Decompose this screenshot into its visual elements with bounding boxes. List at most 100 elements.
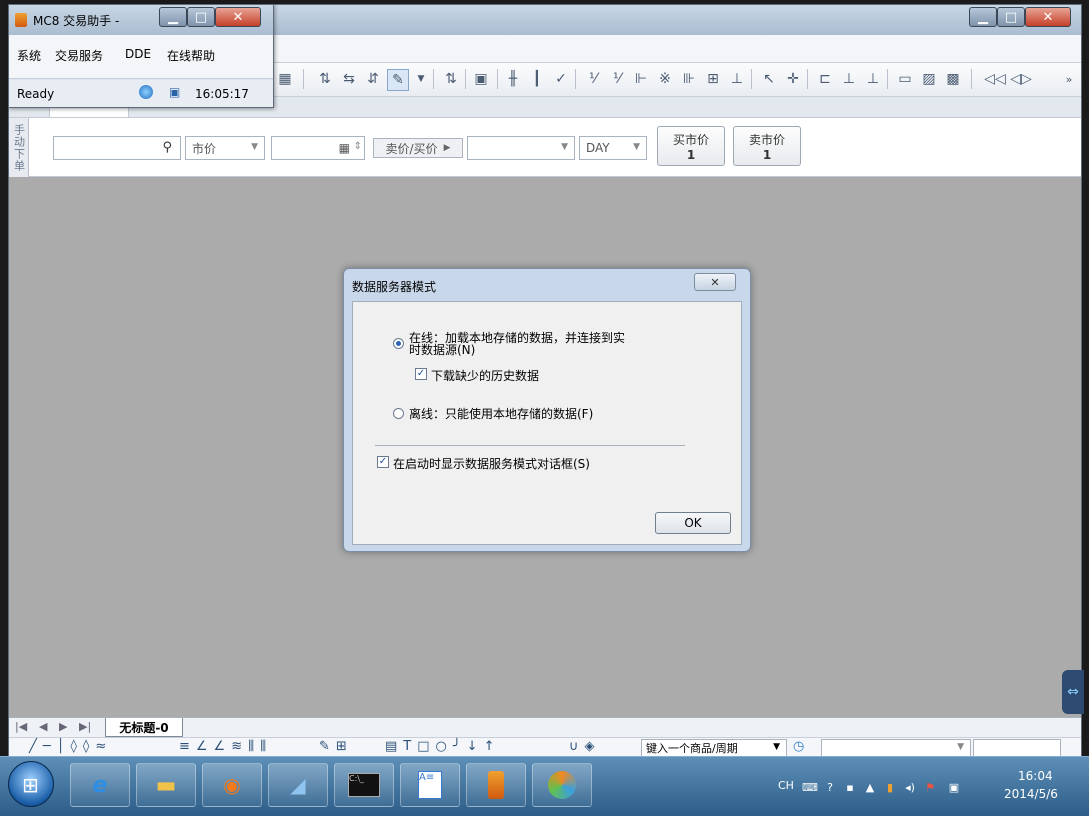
- bar-chart-icon[interactable]: ╫: [503, 69, 523, 89]
- toolbar-icon-8[interactable]: ⅟: [607, 69, 627, 89]
- toolbar-icon-3[interactable]: ⇆: [339, 69, 359, 89]
- sheet-tab-active[interactable]: 无标题-0: [105, 718, 183, 737]
- help-icon[interactable]: ?: [822, 779, 838, 795]
- show-on-startup-label[interactable]: 在启动时显示数据服务模式对话框(S): [393, 455, 590, 472]
- toolbar-icon-17[interactable]: ▭: [895, 69, 915, 89]
- toolbar-icon-6[interactable]: ▣: [471, 69, 491, 89]
- symbol-period-input[interactable]: 键入一个商品/周期 ▼: [641, 739, 787, 757]
- spin-icon: ⇕: [353, 141, 362, 152]
- assistant-close-button[interactable]: ✕: [215, 7, 261, 27]
- taskbar-mc8-assistant[interactable]: [532, 763, 592, 807]
- toolbar-icon-12[interactable]: ⊞: [703, 69, 723, 89]
- sell-buy-price-label: 卖价/买价: [385, 141, 438, 156]
- assistant-minimize-button[interactable]: ▁: [159, 7, 187, 27]
- toolbar-icon-11[interactable]: ⊪: [679, 69, 699, 89]
- assistant-status: Ready: [17, 87, 55, 101]
- price-type-select[interactable]: 市价 ▼: [185, 136, 265, 160]
- tif-select[interactable]: DAY ▼: [579, 136, 647, 160]
- order-side-tab[interactable]: 手动下单: [9, 118, 29, 178]
- taskbar-cmd[interactable]: C:\_: [334, 763, 394, 807]
- start-button[interactable]: ⊞: [8, 761, 54, 807]
- magnet-icons[interactable]: ∪◈: [569, 739, 601, 754]
- toolbar-icon-7[interactable]: ⅟: [583, 69, 603, 89]
- taskbar-time[interactable]: 16:04: [1018, 769, 1053, 783]
- toolbar-icon-1[interactable]: ▦: [275, 69, 295, 89]
- show-hidden-icon[interactable]: ▲: [862, 779, 878, 795]
- online-radio[interactable]: [393, 338, 404, 349]
- cursor-icon[interactable]: ↖: [759, 69, 779, 89]
- menu-trading-service[interactable]: 交易服务: [55, 47, 103, 64]
- toolbar-icon-13[interactable]: ⊥: [727, 69, 747, 89]
- close-button[interactable]: ✕: [1025, 7, 1071, 27]
- prev-sheet-icon[interactable]: ◀: [39, 720, 47, 733]
- online-option-label-line2[interactable]: 时数据源(N): [409, 344, 475, 356]
- chevron-down-icon[interactable]: ▼: [411, 69, 431, 89]
- toolbar-icon-10[interactable]: ※: [655, 69, 675, 89]
- taskbar-app-blue[interactable]: ◢: [268, 763, 328, 807]
- secondary-select[interactable]: ▼: [821, 739, 971, 757]
- toolbar-icon-4[interactable]: ⇵: [363, 69, 383, 89]
- action-center-icon[interactable]: ⚑: [922, 779, 938, 795]
- taskbar-mc8[interactable]: [466, 763, 526, 807]
- toolbar-overflow-icon[interactable]: »: [1059, 69, 1079, 89]
- toolbar-icon-15[interactable]: ⊥: [839, 69, 859, 89]
- tray-mc8-icon[interactable]: ▮: [882, 779, 898, 795]
- sell-buy-price-button[interactable]: 卖价/买价 ▶: [373, 138, 463, 158]
- taskbar-ie[interactable]: e: [70, 763, 130, 807]
- toolbar-icon-21[interactable]: ◁▷: [1010, 69, 1032, 89]
- dialog-close-button[interactable]: ✕: [694, 273, 736, 291]
- assistant-titlebar[interactable]: MC8 交易助手 - ▁ □ ✕: [9, 5, 273, 35]
- offline-option-label[interactable]: 离线：只能使用本地存储的数据(F): [409, 405, 593, 422]
- volume-icon[interactable]: ◂): [902, 779, 918, 795]
- network-icon[interactable]: ▣: [946, 779, 962, 795]
- menu-online-help[interactable]: 在线帮助: [167, 47, 215, 64]
- sell-market-button[interactable]: 卖市价 1: [733, 126, 801, 166]
- toolbar-icon-14[interactable]: ⊏: [815, 69, 835, 89]
- download-missing-checkbox[interactable]: ✓: [415, 368, 427, 380]
- account-select[interactable]: ▼: [467, 136, 575, 160]
- line-chart-icon[interactable]: ✓: [551, 69, 571, 89]
- download-missing-label[interactable]: 下载缺少的历史数据: [431, 367, 539, 384]
- ok-button[interactable]: OK: [655, 512, 731, 534]
- last-sheet-icon[interactable]: ▶|: [79, 720, 91, 733]
- taskbar-date[interactable]: 2014/5/6: [1004, 787, 1058, 801]
- toolbar-icon-19[interactable]: ▩: [943, 69, 963, 89]
- maximize-button[interactable]: □: [997, 7, 1025, 27]
- taskbar-media[interactable]: ◉: [202, 763, 262, 807]
- toolbar-icon-2[interactable]: ⇅: [315, 69, 335, 89]
- crosshair-icon[interactable]: ✛: [783, 69, 803, 89]
- pen-grid-icons[interactable]: ✎⊞: [319, 739, 353, 754]
- assistant-maximize-button[interactable]: □: [187, 7, 215, 27]
- tray-app-icon[interactable]: ▪: [842, 779, 858, 795]
- first-sheet-icon[interactable]: |◀: [15, 720, 27, 733]
- menu-system[interactable]: 系统: [17, 47, 41, 64]
- toolbar-icon-20[interactable]: ◁◁: [984, 69, 1006, 89]
- teamviewer-icon[interactable]: ⇔: [1062, 670, 1084, 714]
- price-input[interactable]: ▦ ⇕: [271, 136, 365, 160]
- candle-chart-icon[interactable]: ┃: [527, 69, 547, 89]
- assistant-statusbar: Ready ▣ 16:05:17: [9, 80, 273, 107]
- toolbar-draw-icon[interactable]: ✎: [387, 69, 409, 91]
- taskbar-explorer[interactable]: ▬: [136, 763, 196, 807]
- show-on-startup-checkbox[interactable]: ✓: [377, 456, 389, 468]
- toolbar-icon-5[interactable]: ⇅: [441, 69, 461, 89]
- input-language[interactable]: CH: [778, 779, 794, 792]
- toolbar-icon-9[interactable]: ⊩: [631, 69, 651, 89]
- toolbar-icon-16[interactable]: ⊥: [863, 69, 883, 89]
- menu-dde[interactable]: DDE: [125, 47, 151, 61]
- offline-radio[interactable]: [393, 408, 404, 419]
- keyboard-icon[interactable]: ⌨: [802, 779, 818, 795]
- drawing-tool-icons[interactable]: ╱─│◊◊≈: [29, 739, 112, 754]
- tif-value: DAY: [586, 141, 610, 155]
- taskbar-wordpad[interactable]: A≡: [400, 763, 460, 807]
- fibonacci-tool-icons[interactable]: ≡∠∠≋⫼⫼: [179, 739, 272, 754]
- toolbar-icon-18[interactable]: ▨: [919, 69, 939, 89]
- tertiary-input[interactable]: [973, 739, 1061, 757]
- period-clock-icon[interactable]: ◷: [793, 739, 804, 754]
- next-sheet-icon[interactable]: ▶: [59, 720, 67, 733]
- minimize-button[interactable]: ▁: [969, 7, 997, 27]
- symbol-search-input[interactable]: ⚲: [53, 136, 181, 160]
- shape-tool-icons[interactable]: ▤T□○╯↓↑: [385, 739, 500, 754]
- maximize-icon: □: [194, 9, 208, 25]
- buy-market-button[interactable]: 买市价 1: [657, 126, 725, 166]
